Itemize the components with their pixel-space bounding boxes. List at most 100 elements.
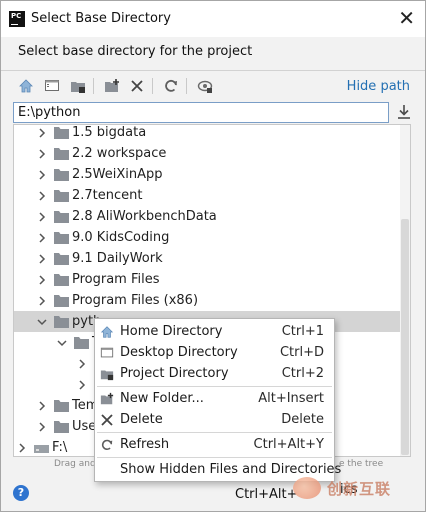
chevron-right-icon[interactable] (36, 232, 48, 244)
toolbar-separator (93, 78, 94, 94)
chevron-right-icon[interactable] (36, 253, 48, 265)
hide-path-link[interactable]: Hide path (347, 79, 410, 94)
menu-item-delete[interactable]: Delete Delete (95, 409, 334, 430)
menu-item-shortcut: Alt+Insert (258, 391, 324, 406)
drag-hint-text: Drag and (54, 459, 96, 469)
tree-item-label: 2.2 workspace (72, 146, 167, 161)
chevron-right-icon[interactable] (16, 442, 28, 454)
tree-item-label: 2.8 AliWorkbenchData (72, 209, 217, 224)
new-folder-icon[interactable] (101, 75, 123, 97)
tree-item-label: 1.5 bigdata (72, 125, 147, 140)
folder-icon (54, 147, 69, 160)
scrollbar-thumb[interactable] (401, 219, 409, 455)
tree-item[interactable]: 1.5 bigdata (14, 125, 400, 143)
desktop-icon (100, 347, 114, 358)
menu-item-shortcut: Delete (281, 412, 324, 427)
chevron-right-icon[interactable] (36, 127, 48, 139)
chevron-down-icon[interactable] (36, 316, 48, 328)
chevron-right-icon[interactable] (36, 211, 48, 223)
tree-item[interactable]: 2.2 workspace (14, 143, 400, 164)
refresh-icon[interactable] (160, 75, 182, 97)
menu-item-label: Delete (120, 412, 163, 427)
desktop-icon[interactable] (41, 75, 63, 97)
watermark-text: 创新互联 (327, 479, 392, 498)
drag-hint-text-right: e the tree (339, 459, 384, 469)
menu-separator (97, 457, 332, 458)
chevron-right-icon[interactable] (36, 421, 48, 433)
refresh-icon (101, 439, 113, 451)
tree-item-label: 9.1 DailyWork (72, 251, 163, 266)
tree-item-label: Use (72, 419, 97, 434)
toolbar-separator (152, 78, 153, 94)
divider (1, 70, 425, 71)
select-base-directory-dialog: PC Select Base Directory ✕ Select base d… (0, 0, 426, 512)
partial-shortcut-text: Ctrl+Alt+ (235, 487, 298, 502)
tree-scrollbar[interactable] (400, 125, 410, 456)
chevron-right-icon[interactable] (36, 295, 48, 307)
chevron-down-icon[interactable] (56, 337, 68, 349)
menu-item-new-folder[interactable]: New Folder... Alt+Insert (95, 388, 334, 409)
path-input[interactable]: E:\python (13, 102, 389, 123)
tree-item[interactable]: 9.0 KidsCoding (14, 227, 400, 248)
menu-item-shortcut: Ctrl+D (279, 345, 324, 360)
download-icon[interactable] (395, 103, 413, 121)
project-icon[interactable] (67, 75, 89, 97)
menu-item-desktop-directory[interactable]: Desktop Directory Ctrl+D (95, 342, 334, 363)
tree-item-label: Program Files (72, 272, 160, 287)
home-icon[interactable] (15, 75, 37, 97)
menu-item-label: Refresh (120, 437, 170, 452)
watermark-logo: 创新互联 (293, 473, 425, 503)
tree-item[interactable]: Program Files (14, 269, 400, 290)
chevron-right-icon[interactable] (36, 400, 48, 412)
menu-item-label: Project Directory (120, 366, 229, 381)
chevron-right-icon[interactable] (36, 169, 48, 181)
menu-item-shortcut: Ctrl+1 (281, 324, 324, 339)
delete-icon[interactable] (126, 75, 148, 97)
folder-icon (54, 168, 69, 181)
chevron-right-icon[interactable] (36, 190, 48, 202)
folder-icon (54, 126, 69, 139)
new-folder-icon (100, 392, 114, 405)
watermark-logo-icon (293, 477, 321, 499)
folder-icon (54, 294, 69, 307)
show-hidden-icon[interactable] (194, 75, 216, 97)
tree-item[interactable]: 2.8 AliWorkbenchData (14, 206, 400, 227)
chevron-right-icon[interactable] (36, 148, 48, 160)
tree-item-label: 2.7tencent (72, 188, 143, 203)
menu-item-label: Home Directory (120, 324, 223, 339)
help-icon[interactable]: ? (13, 485, 29, 501)
folder-icon (54, 189, 69, 202)
menu-item-shortcut: Ctrl+Alt+Y (253, 437, 324, 452)
menu-item-label: Desktop Directory (120, 345, 238, 360)
tree-item[interactable]: 2.7tencent (14, 185, 400, 206)
tree-item-label: 9.0 KidsCoding (72, 230, 170, 245)
drive-icon (34, 444, 49, 453)
folder-icon (54, 399, 69, 412)
toolbar-separator (186, 78, 187, 94)
tree-item[interactable]: Program Files (x86) (14, 290, 400, 311)
pycharm-logo-icon: PC (9, 11, 25, 27)
menu-separator (97, 386, 332, 387)
menu-item-home-directory[interactable]: Home Directory Ctrl+1 (95, 321, 334, 342)
chevron-right-icon[interactable] (76, 358, 88, 370)
tree-item-label: Program Files (x86) (72, 293, 199, 308)
menu-item-project-directory[interactable]: Project Directory Ctrl+2 (95, 363, 334, 384)
close-icon[interactable]: ✕ (398, 7, 415, 29)
chevron-right-icon[interactable] (76, 379, 88, 391)
dialog-description: Select base directory for the project (18, 44, 253, 59)
tree-item[interactable]: 9.1 DailyWork (14, 248, 400, 269)
tree-item[interactable]: 2.5WeiXinApp (14, 164, 400, 185)
folder-icon (54, 231, 69, 244)
folder-icon (74, 336, 89, 349)
menu-separator (97, 432, 332, 433)
context-menu: Home Directory Ctrl+1 Desktop Directory … (94, 318, 341, 482)
tree-item-label: 2.5WeiXinApp (72, 167, 163, 182)
window-title: Select Base Directory (31, 11, 171, 26)
menu-item-refresh[interactable]: Refresh Ctrl+Alt+Y (95, 434, 334, 455)
menu-item-label: New Folder... (120, 391, 204, 406)
chevron-right-icon[interactable] (36, 274, 48, 286)
folder-icon (54, 420, 69, 433)
delete-icon (101, 414, 113, 426)
title-bar: PC Select Base Directory ✕ (1, 1, 425, 37)
folder-icon (54, 210, 69, 223)
